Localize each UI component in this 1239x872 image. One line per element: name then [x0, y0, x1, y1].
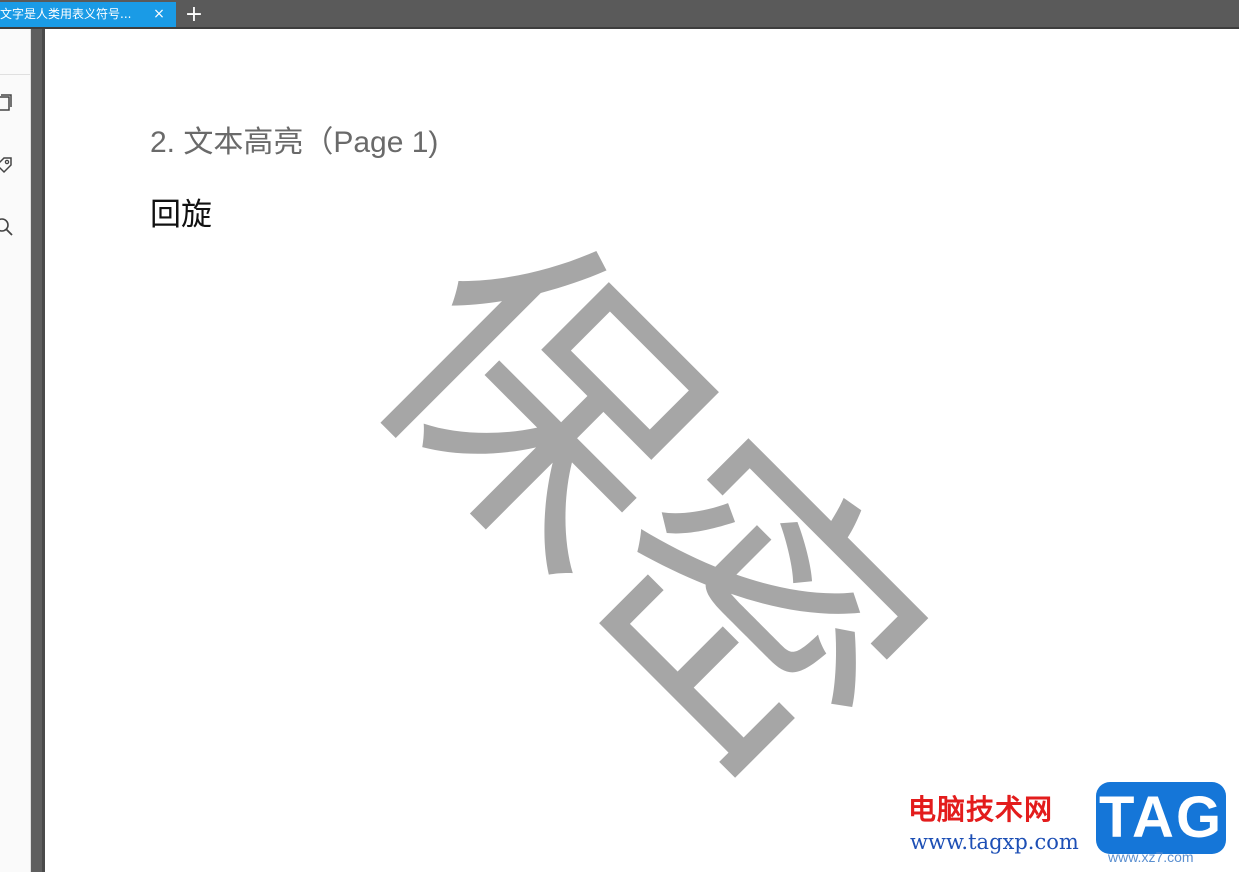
left-sidebar [0, 29, 31, 872]
site-url: www.tagxp.com [910, 830, 1079, 854]
confidential-watermark: 保密 [309, 173, 981, 845]
new-tab-button[interactable]: + [182, 2, 206, 27]
tab-document[interactable]: 文字是人类用表义符号... × [0, 2, 176, 27]
tab-close-icon[interactable]: × [151, 2, 167, 27]
search-icon[interactable] [0, 217, 14, 237]
tab-bar: 文字是人类用表义符号... × + [0, 0, 1239, 29]
tag-sub-url: www.xz7.com [1108, 849, 1194, 865]
site-name: 电脑技术网 [908, 793, 1054, 826]
tab-title: 文字是人类用表义符号... [0, 7, 132, 21]
tag-icon[interactable] [0, 155, 14, 175]
site-overlay-logo: 电脑技术网 www.tagxp.com TAG www.xz7.com [908, 782, 1239, 872]
section-heading: 2. 文本高亮（Page 1) [150, 126, 439, 159]
body-text[interactable]: 回旋 [150, 189, 212, 234]
page-icon[interactable] [0, 93, 14, 113]
tag-badge: TAG [1096, 782, 1226, 854]
document-page: 2. 文本高亮（Page 1) 回旋 保密 [45, 29, 1239, 872]
sidebar-divider [0, 74, 30, 75]
